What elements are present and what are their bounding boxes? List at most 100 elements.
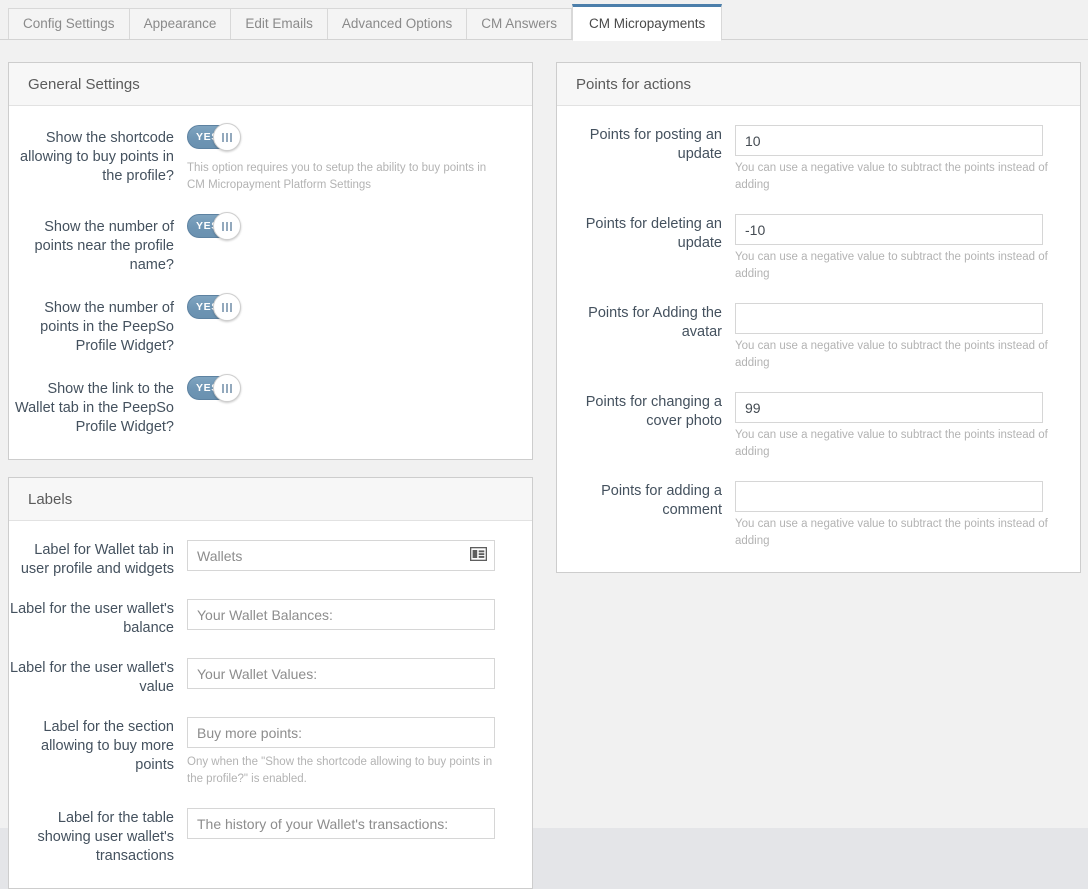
row-label: Points for Adding the avatar <box>557 303 735 342</box>
tab-advanced-options[interactable]: Advanced Options <box>327 8 466 40</box>
label-input-label-for-wallet-tab-in-user-profile-and-widgets[interactable] <box>187 540 495 571</box>
label-input-label-for-the-user-wallet-s-value[interactable] <box>187 658 495 689</box>
row-label: Show the link to the Wallet tab in the P… <box>9 376 187 437</box>
row-field <box>187 658 512 689</box>
points-row-points-for-deleting-an-update: Points for deleting an updateYou can use… <box>557 214 1060 283</box>
row-label: Show the shortcode allowing to buy point… <box>9 125 187 186</box>
row-label: Label for Wallet tab in user profile and… <box>9 540 187 579</box>
label-input-label-for-the-section-allowing-to-buy-more-point[interactable] <box>187 717 495 748</box>
row-label: Label for the user wallet's balance <box>9 599 187 638</box>
toggle-knob-grip-icon[interactable] <box>213 212 241 240</box>
toggle-knob-grip-icon[interactable] <box>213 123 241 151</box>
points-for-actions-panel: Points for actions Points for posting an… <box>556 62 1081 573</box>
points-input-points-for-adding-a-comment[interactable] <box>735 481 1043 512</box>
points-for-actions-title: Points for actions <box>576 76 691 93</box>
row-label: Points for posting an update <box>557 125 735 164</box>
points-input-points-for-deleting-an-update[interactable] <box>735 214 1043 245</box>
label-input-label-for-the-user-wallet-s-balance[interactable] <box>187 599 495 630</box>
tab-label: Edit Emails <box>245 17 313 31</box>
general-settings-title: General Settings <box>28 76 140 93</box>
row-field: Ony when the "Show the shortcode allowin… <box>187 717 512 788</box>
row-label: Points for adding a comment <box>557 481 735 520</box>
input-wrapper <box>735 392 1043 423</box>
tab-config-settings[interactable]: Config Settings <box>8 8 129 40</box>
labels-title: Labels <box>28 491 72 508</box>
tab-appearance[interactable]: Appearance <box>129 8 231 40</box>
input-wrapper <box>187 540 495 571</box>
points-for-actions-body: Points for posting an updateYou can use … <box>557 106 1080 572</box>
tab-label: Config Settings <box>23 17 115 31</box>
input-wrapper <box>735 303 1043 334</box>
tab-cm-answers[interactable]: CM Answers <box>466 8 572 40</box>
input-wrapper <box>187 599 495 630</box>
points-row-points-for-adding-a-comment: Points for adding a commentYou can use a… <box>557 481 1060 550</box>
row-field <box>187 808 512 839</box>
input-wrapper <box>735 214 1043 245</box>
toggle-switch[interactable]: YES <box>187 295 239 319</box>
toggle-knob-grip-icon[interactable] <box>213 374 241 402</box>
toggle-switch[interactable]: YES <box>187 376 239 400</box>
general-settings-panel: General Settings Show the shortcode allo… <box>8 62 533 460</box>
points-row-points-for-adding-the-avatar: Points for Adding the avatarYou can use … <box>557 303 1060 372</box>
help-text: You can use a negative value to subtract… <box>735 160 1060 194</box>
row-field <box>187 540 512 571</box>
help-text: You can use a negative value to subtract… <box>735 249 1060 283</box>
row-field: You can use a negative value to subtract… <box>735 392 1060 461</box>
general-settings-row-show-the-shortcode-allowing-to-buy-points-in-the: Show the shortcode allowing to buy point… <box>9 125 512 194</box>
tab-edit-emails[interactable]: Edit Emails <box>230 8 327 40</box>
row-label: Points for changing a cover photo <box>557 392 735 431</box>
row-field: YES <box>187 214 512 243</box>
page-root: Config Settings Appearance Edit Emails Adva… <box>0 0 1088 889</box>
tab-label: CM Answers <box>481 17 557 31</box>
general-settings-header: General Settings <box>9 63 532 106</box>
labels-header: Labels <box>9 478 532 521</box>
points-input-points-for-posting-an-update[interactable] <box>735 125 1043 156</box>
general-settings-row-show-the-number-of-points-in-the-peepso-profile-: Show the number of points in the PeepSo … <box>9 295 512 356</box>
general-settings-row-show-the-link-to-the-wallet-tab-in-the-peepso-pr: Show the link to the Wallet tab in the P… <box>9 376 512 437</box>
general-settings-row-show-the-number-of-points-near-the-profile-name: Show the number of points near the profi… <box>9 214 512 275</box>
help-text: You can use a negative value to subtract… <box>735 427 1060 461</box>
points-row-points-for-posting-an-update: Points for posting an updateYou can use … <box>557 125 1060 194</box>
labels-row-label-for-the-user-wallet-s-value: Label for the user wallet's value <box>9 658 512 697</box>
labels-body: Label for Wallet tab in user profile and… <box>9 521 532 888</box>
input-wrapper <box>735 481 1043 512</box>
settings-tabbar: Config Settings Appearance Edit Emails Adva… <box>0 0 1088 40</box>
row-field <box>187 599 512 630</box>
input-wrapper <box>187 658 495 689</box>
tabbar-underline <box>0 39 1088 40</box>
help-text: Ony when the "Show the shortcode allowin… <box>187 754 497 788</box>
tab-label: Advanced Options <box>342 17 452 31</box>
row-field: You can use a negative value to subtract… <box>735 303 1060 372</box>
row-field: YES <box>187 295 512 324</box>
help-text: This option requires you to setup the ab… <box>187 160 497 194</box>
toggle-switch[interactable]: YES <box>187 125 239 149</box>
general-settings-body: Show the shortcode allowing to buy point… <box>9 106 532 459</box>
labels-row-label-for-the-user-wallet-s-balance: Label for the user wallet's balance <box>9 599 512 638</box>
input-wrapper <box>735 125 1043 156</box>
row-label: Label for the section allowing to buy mo… <box>9 717 187 775</box>
input-wrapper <box>187 808 495 839</box>
left-column: General Settings Show the shortcode allo… <box>8 62 533 889</box>
input-wrapper <box>187 717 495 748</box>
points-input-points-for-changing-a-cover-photo[interactable] <box>735 392 1043 423</box>
labels-row-label-for-the-table-showing-user-wallet-s-transa: Label for the table showing user wallet'… <box>9 808 512 866</box>
row-label: Points for deleting an update <box>557 214 735 253</box>
toggle-switch[interactable]: YES <box>187 214 239 238</box>
row-label: Show the number of points in the PeepSo … <box>9 295 187 356</box>
row-field: YES <box>187 376 512 405</box>
help-text: You can use a negative value to subtract… <box>735 516 1060 550</box>
points-input-points-for-adding-the-avatar[interactable] <box>735 303 1043 334</box>
row-field: You can use a negative value to subtract… <box>735 214 1060 283</box>
toggle-knob-grip-icon[interactable] <box>213 293 241 321</box>
row-field: YES This option requires you to setup the… <box>187 125 512 194</box>
row-label: Label for the table showing user wallet'… <box>9 808 187 866</box>
points-for-actions-header: Points for actions <box>557 63 1080 106</box>
label-input-label-for-the-table-showing-user-wallet-s-transa[interactable] <box>187 808 495 839</box>
tab-label: CM Micropayments <box>589 17 705 31</box>
points-row-points-for-changing-a-cover-photo: Points for changing a cover photoYou can… <box>557 392 1060 461</box>
row-field: You can use a negative value to subtract… <box>735 481 1060 550</box>
labels-row-label-for-wallet-tab-in-user-profile-and-widgets: Label for Wallet tab in user profile and… <box>9 540 512 579</box>
tab-cm-micropayments[interactable]: CM Micropayments <box>572 4 722 41</box>
row-label: Label for the user wallet's value <box>9 658 187 697</box>
labels-row-label-for-the-section-allowing-to-buy-more-point: Label for the section allowing to buy mo… <box>9 717 512 788</box>
